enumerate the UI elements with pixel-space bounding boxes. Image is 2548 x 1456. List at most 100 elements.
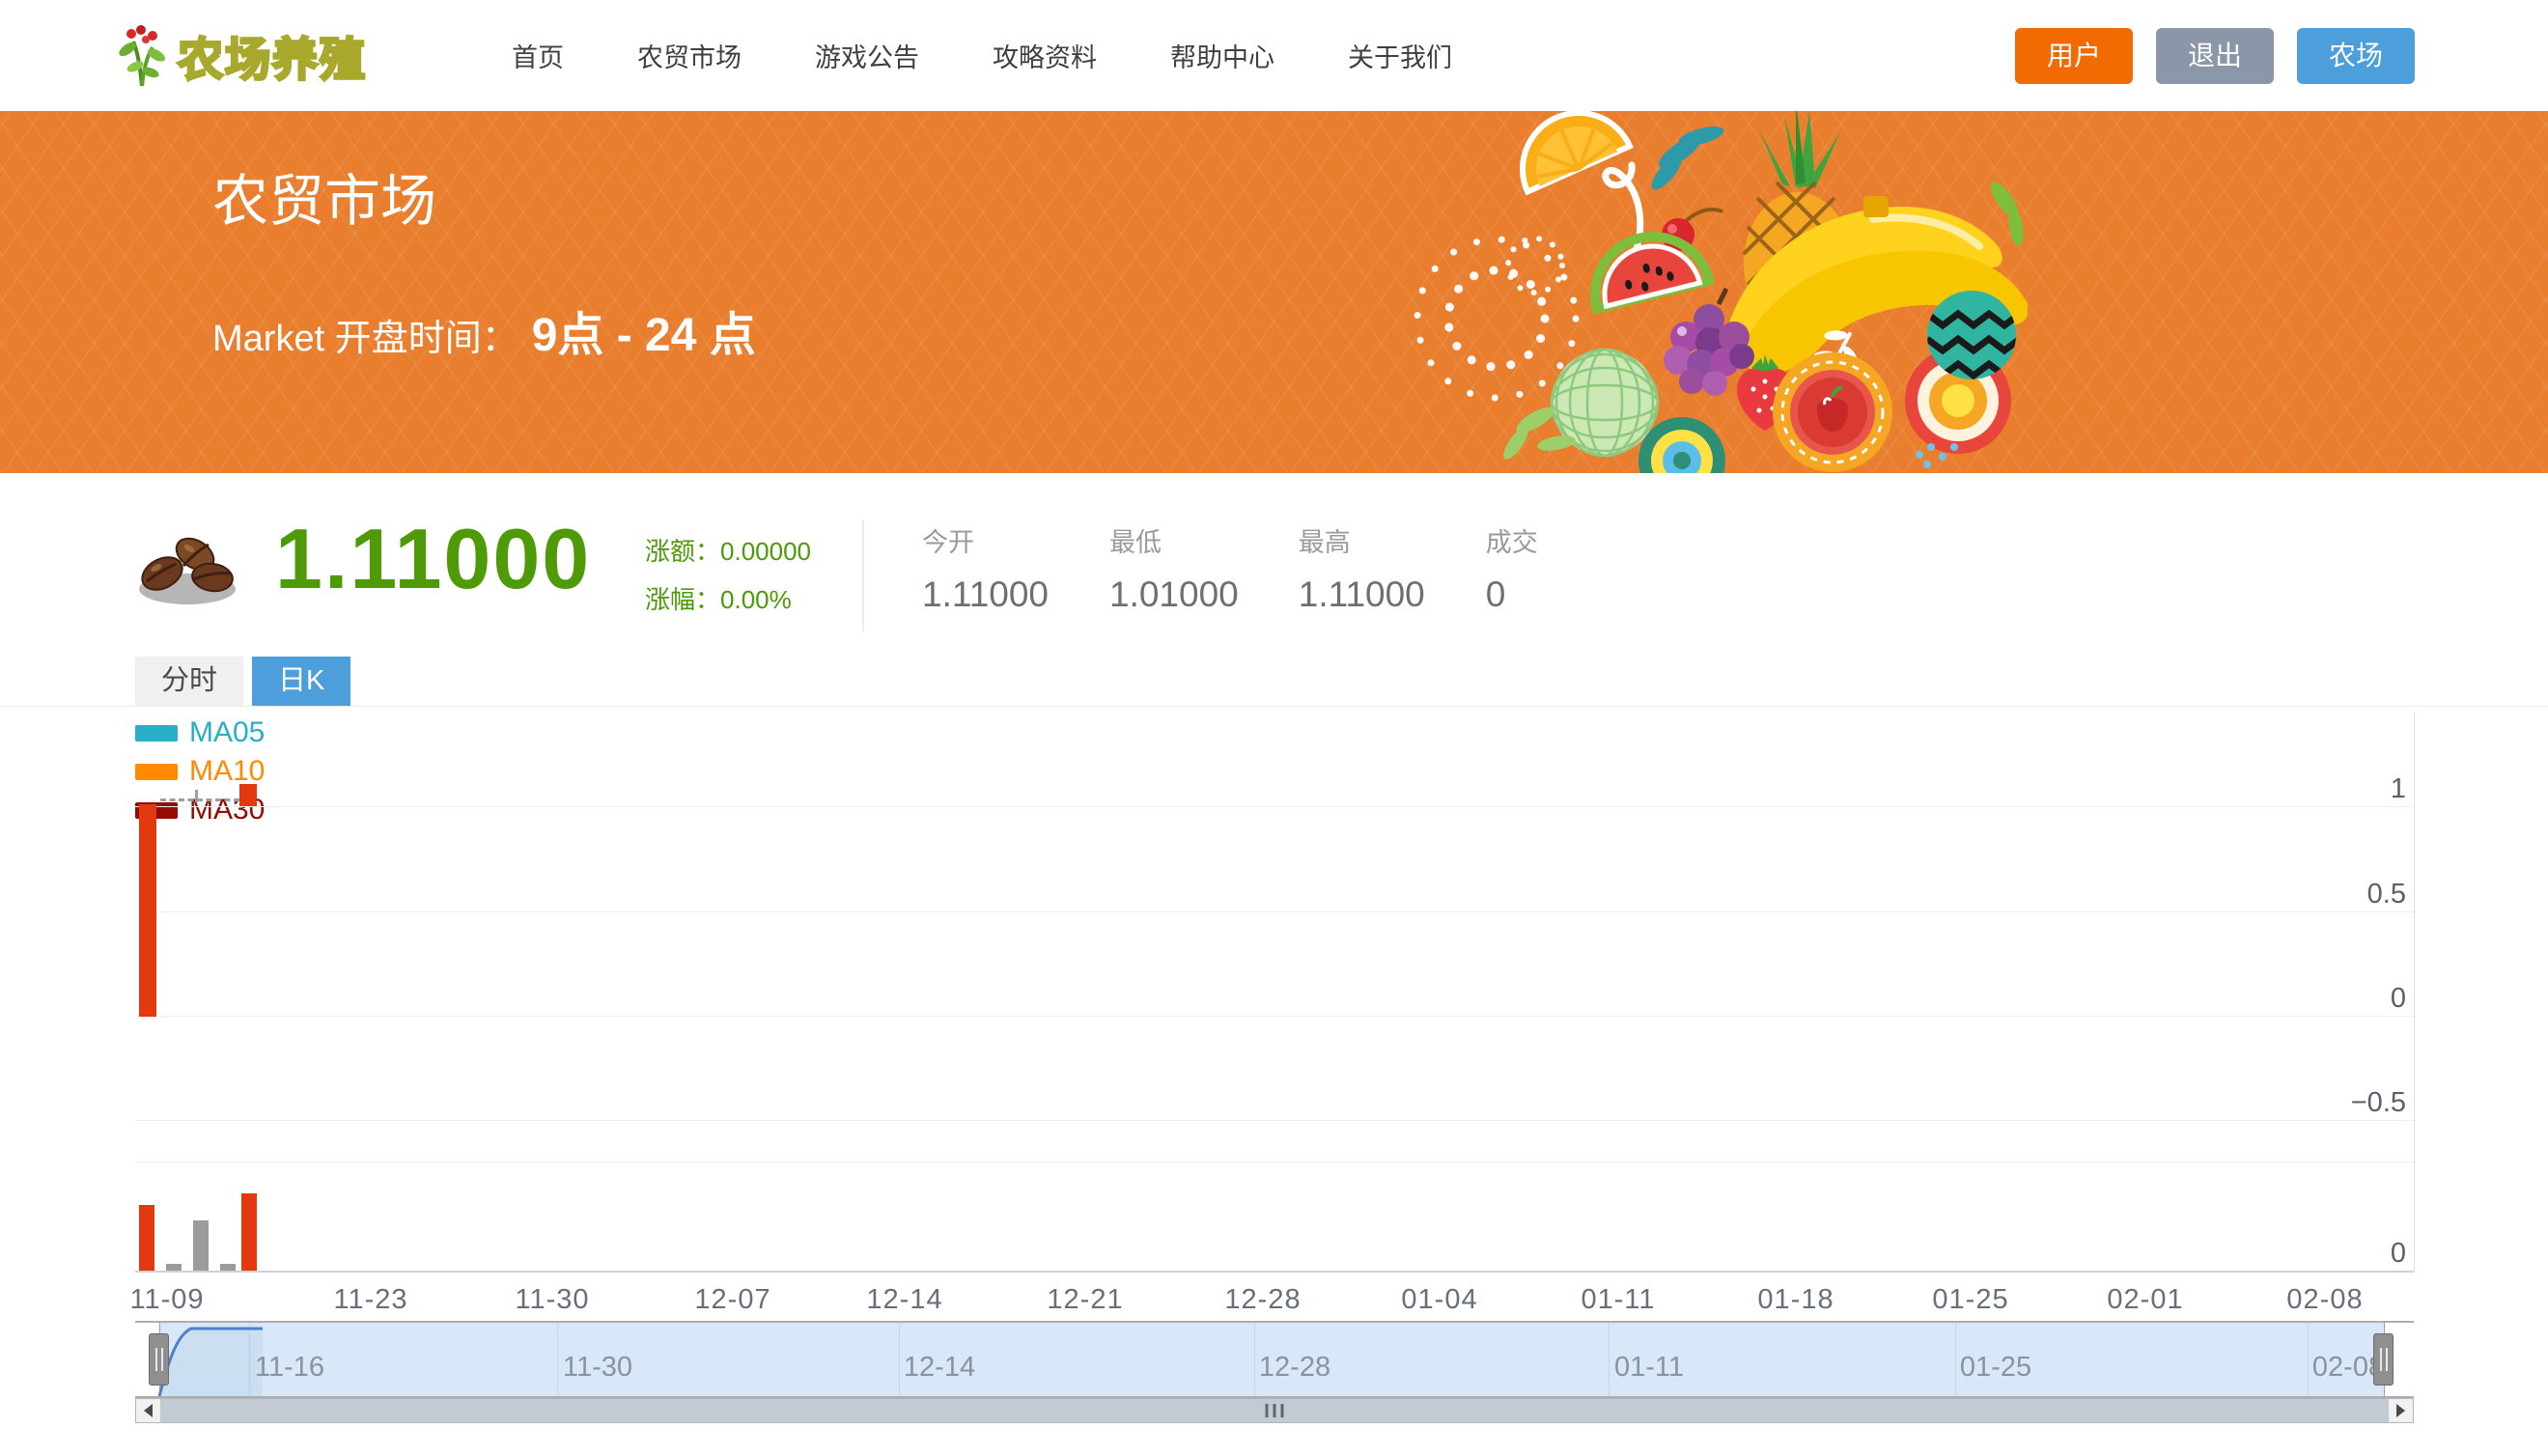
logo-plant-icon <box>119 24 166 86</box>
open-hours-value: 9点 - 24 点 <box>531 310 756 361</box>
change-amount-value: 0.00000 <box>720 537 811 566</box>
chart-right-border <box>2414 712 2415 1272</box>
datazoom-label-11-16: 11-16 <box>254 1352 325 1383</box>
change-pct-value: 0.00% <box>720 585 792 614</box>
stat-label: 今开 <box>922 528 974 557</box>
site-logo[interactable]: 农场养殖 <box>114 22 367 89</box>
scroll-left-button[interactable] <box>136 1399 161 1422</box>
x-axis-label-01-04: 01-04 <box>1401 1284 1478 1315</box>
x-axis-label-11-23: 11-23 <box>333 1284 408 1315</box>
x-axis-label-12-14: 12-14 <box>866 1284 943 1315</box>
x-axis-label-11-30: 11-30 <box>515 1284 590 1315</box>
nav-link-3[interactable]: 攻略资料 <box>993 37 1097 74</box>
y-axis-label-0.5: 0.5 <box>2366 879 2406 910</box>
datazoom-left-handle[interactable] <box>149 1333 169 1386</box>
scrollbar-grip-icon[interactable] <box>1265 1404 1284 1417</box>
legend-swatch <box>135 724 178 742</box>
legend-label: MA05 <box>189 716 266 748</box>
stat-0: 今开 1.11000 <box>922 521 1050 615</box>
legend-item-MA10[interactable]: MA10 <box>135 755 265 788</box>
legend-item-MA05[interactable]: MA05 <box>135 716 265 749</box>
current-price: 1.11000 <box>275 511 592 606</box>
datazoom-slider[interactable]: 11-16 11-30 12-14 12-28 01-11 01-25 02-08 <box>135 1321 2414 1398</box>
stat-label: 成交 <box>1485 528 1538 557</box>
legend-label: MA10 <box>189 755 266 787</box>
legend-swatch <box>135 763 178 780</box>
volume-bar-4 <box>241 1193 257 1271</box>
nav-button-1[interactable]: 退出 <box>2155 27 2274 84</box>
nav-link-1[interactable]: 农贸市场 <box>637 37 742 74</box>
stat-value: 0 <box>1485 574 1506 614</box>
chart-tabs: 分时 日K <box>135 657 351 706</box>
stat-2: 最高 1.11000 <box>1299 521 1426 615</box>
logo-text: 农场养殖 <box>177 33 367 87</box>
x-axis-label-12-28: 12-28 <box>1224 1284 1302 1315</box>
stat-3: 成交 0 <box>1486 521 1613 615</box>
page-title: 农贸市场 <box>212 170 437 233</box>
scroll-right-button[interactable] <box>2388 1399 2413 1422</box>
x-axis-label-12-07: 12-07 <box>694 1284 771 1315</box>
market-open-hours: Market 开盘时间： 9点 - 24 点 <box>212 296 756 364</box>
nav-link-2[interactable]: 游戏公告 <box>815 37 919 74</box>
candlestick-11-09 <box>139 804 156 1017</box>
hero-banner: 农贸市场 Market 开盘时间： 9点 - 24 点 <box>0 111 2548 473</box>
x-axis-label-11-09: 11-09 <box>129 1284 205 1315</box>
datazoom-label-01-11: 01-11 <box>1613 1352 1685 1383</box>
nav-buttons: 用户 退出 农场 <box>2014 27 2415 84</box>
page: 农场养殖 首页 农贸市场 游戏公告 攻略资料 帮助中心 关于我们 用户 退出 农场 农贸市场 … <box>0 0 2548 1456</box>
stat-label: 最高 <box>1298 528 1351 557</box>
nav-button-2[interactable]: 农场 <box>2296 27 2415 84</box>
stat-1: 最低 1.01000 <box>1109 521 1239 615</box>
quote-stats: 今开 1.11000 最低 1.01000 最高 1.11000 成交 0 <box>922 521 1613 615</box>
fruit-illustration <box>1414 111 2028 473</box>
datazoom-label-12-28: 12-28 <box>1258 1352 1331 1383</box>
datazoom-right-handle[interactable] <box>2373 1333 2394 1386</box>
x-axis-label-01-18: 01-18 <box>1757 1284 1834 1315</box>
nav-button-0[interactable]: 用户 <box>2014 27 2133 84</box>
volume-baseline <box>135 1271 2414 1273</box>
gridline-−0.5 <box>135 1120 2414 1121</box>
ma-line-tick <box>195 790 198 802</box>
left-triangle-icon <box>144 1404 153 1417</box>
nav-link-5[interactable]: 关于我们 <box>1348 37 1452 74</box>
navbar: 农场养殖 首页 农贸市场 游戏公告 攻略资料 帮助中心 关于我们 用户 退出 农场 <box>0 0 2548 111</box>
datazoom-label-12-14: 12-14 <box>903 1352 976 1383</box>
y-axis-label-−0.5: −0.5 <box>2350 1087 2406 1118</box>
ma-line-dashes <box>160 798 239 801</box>
x-axis-label-02-08: 02-08 <box>2286 1284 2364 1315</box>
gridline-1 <box>135 806 2414 807</box>
coffee-beans-icon <box>139 537 236 604</box>
datazoom-label-01-25: 01-25 <box>1959 1352 2032 1383</box>
tab-分时[interactable]: 分时 <box>135 657 244 706</box>
y-axis-label-0: 0 <box>2390 983 2406 1014</box>
change-block: 涨额：0.00000 涨幅：0.00% <box>645 527 811 624</box>
volume-bar-3 <box>220 1264 236 1271</box>
quote-section: 1.11000 涨额：0.00000 涨幅：0.00% 今开 1.11000 最低 1… <box>0 473 2548 661</box>
nav-links: 首页 农贸市场 游戏公告 攻略资料 帮助中心 关于我们 <box>512 37 1452 74</box>
divider <box>862 519 864 631</box>
right-triangle-icon <box>2396 1404 2405 1417</box>
datazoom-label-11-30: 11-30 <box>562 1352 633 1383</box>
nav-link-0[interactable]: 首页 <box>512 37 564 74</box>
tabs-underline <box>0 706 2548 707</box>
tab-日K[interactable]: 日K <box>252 657 351 706</box>
volume-zero-label: 0 <box>2390 1238 2406 1269</box>
open-hours-label: Market 开盘时间： <box>212 319 518 359</box>
change-pct-row: 涨幅：0.00% <box>645 585 792 614</box>
stat-value: 1.01000 <box>1109 574 1239 614</box>
stat-value: 1.11000 <box>922 574 1049 614</box>
nav-link-4[interactable]: 帮助中心 <box>1170 37 1274 74</box>
x-axis-label-01-25: 01-25 <box>1932 1284 2009 1315</box>
datazoom-label-02-08: 02-08 <box>2311 1352 2385 1383</box>
horizontal-scrollbar[interactable] <box>135 1398 2414 1423</box>
y-axis-label-1: 1 <box>2390 773 2406 804</box>
volume-bar-0 <box>139 1205 154 1271</box>
x-axis-label-12-21: 12-21 <box>1047 1284 1124 1315</box>
candlestick-11-13 <box>239 784 257 806</box>
stat-label: 最低 <box>1109 528 1162 557</box>
change-amount-row: 涨额：0.00000 <box>645 537 811 566</box>
volume-bar-1 <box>166 1264 182 1271</box>
stat-value: 1.11000 <box>1298 574 1425 614</box>
gridline-0 <box>135 1016 2414 1017</box>
volume-bar-2 <box>193 1220 209 1271</box>
